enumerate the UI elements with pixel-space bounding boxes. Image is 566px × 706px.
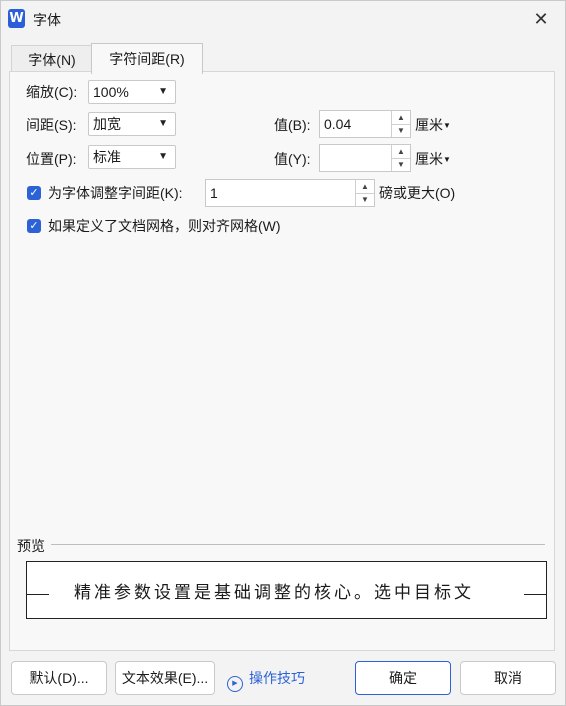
stepper-up-icon[interactable]: ▲	[356, 180, 374, 194]
scale-label: 缩放(C):	[26, 84, 78, 100]
wps-writer-icon: W	[8, 9, 25, 28]
tips-label: 操作技巧	[249, 670, 305, 686]
stepper-down-icon[interactable]: ▼	[392, 158, 410, 171]
cancel-button[interactable]: 取消	[460, 661, 556, 695]
stepper-down-icon[interactable]: ▼	[356, 193, 374, 206]
chevron-down-icon: ▼	[158, 151, 168, 162]
stepper-down-icon[interactable]: ▼	[392, 124, 410, 137]
scale-value: 100%	[93, 84, 129, 100]
chevron-down-icon: ▼	[443, 155, 451, 164]
close-icon[interactable]: ✕	[529, 7, 553, 31]
stepper-up-icon[interactable]: ▲	[392, 145, 410, 159]
preview-label: 预览	[17, 538, 45, 554]
position-amount-stepper[interactable]: ▲ ▼	[319, 144, 411, 172]
position-label: 位置(P):	[26, 151, 77, 167]
preview-line-right	[524, 594, 546, 595]
spacing-amount-stepper[interactable]: 0.04 ▲ ▼	[319, 110, 411, 138]
kerning-points: 1	[210, 185, 218, 201]
position-unit: 厘米	[415, 151, 443, 167]
kerning-points-stepper[interactable]: 1 ▲ ▼	[205, 179, 375, 207]
snap-grid-label: 如果定义了文档网格，则对齐网格(W)	[48, 218, 281, 234]
spacing-unit: 厘米	[415, 117, 443, 133]
play-circle-icon: ▶	[227, 676, 243, 692]
spacing-value: 加宽	[93, 116, 121, 132]
kerning-label: 为字体调整字间距(K):	[48, 185, 183, 201]
snap-grid-checkbox[interactable]: ✓	[27, 219, 41, 233]
stepper-up-icon[interactable]: ▲	[392, 111, 410, 125]
text-effects-button[interactable]: 文本效果(E)...	[115, 661, 215, 695]
preview-line-left	[27, 594, 49, 595]
default-button[interactable]: 默认(D)...	[11, 661, 107, 695]
position-unit-dropdown[interactable]: 厘米▼	[415, 149, 451, 170]
spacing-select[interactable]: 加宽 ▼	[88, 112, 176, 136]
spacing-value-label: 值(B):	[274, 117, 311, 133]
position-value: 标准	[93, 149, 121, 165]
scale-select[interactable]: 100% ▼	[88, 80, 176, 104]
tab-font[interactable]: 字体(N)	[11, 45, 93, 74]
spacing-unit-dropdown[interactable]: 厘米▼	[415, 115, 451, 136]
preview-text: 精准参数设置是基础调整的核心。选中目标文	[74, 583, 474, 603]
title-bar: W 字体 ✕	[1, 1, 565, 37]
preview-box: 精准参数设置是基础调整的核心。选中目标文	[26, 561, 547, 619]
stepper-buttons: ▲ ▼	[355, 180, 374, 206]
ok-button[interactable]: 确定	[355, 661, 451, 695]
kerning-suffix: 磅或更大(O)	[379, 185, 456, 201]
dialog-title: 字体	[33, 12, 61, 28]
stepper-buttons: ▲ ▼	[391, 145, 410, 171]
position-value-label: 值(Y):	[274, 151, 311, 167]
chevron-down-icon: ▼	[158, 86, 168, 97]
chevron-down-icon: ▼	[443, 121, 451, 130]
spacing-label: 间距(S):	[26, 117, 77, 133]
font-dialog: W 字体 ✕ 字体(N) 字符间距(R) 缩放(C): 100% ▼ 间距(S)…	[0, 0, 566, 706]
tab-character-spacing[interactable]: 字符间距(R)	[91, 43, 203, 74]
kerning-checkbox[interactable]: ✓	[27, 186, 41, 200]
chevron-down-icon: ▼	[158, 118, 168, 129]
position-select[interactable]: 标准 ▼	[88, 145, 176, 169]
tips-link[interactable]: ▶ 操作技巧	[227, 668, 305, 692]
spacing-amount: 0.04	[324, 116, 352, 132]
stepper-buttons: ▲ ▼	[391, 111, 410, 137]
divider	[51, 544, 545, 545]
